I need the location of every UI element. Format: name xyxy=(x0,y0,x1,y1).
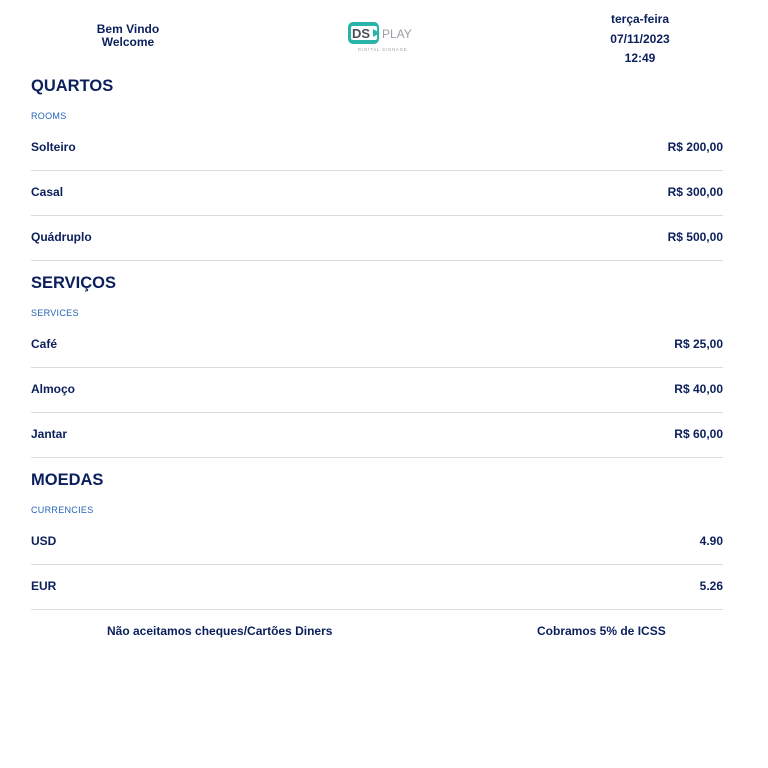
section-title-rooms: QUARTOS xyxy=(31,77,114,95)
weekday: terça-feira xyxy=(610,12,670,26)
item-price: 4.90 xyxy=(699,534,723,548)
list-item: Solteiro R$ 200,00 xyxy=(31,125,723,171)
item-price: R$ 300,00 xyxy=(667,185,723,199)
footer-note-cheques: Não aceitamos cheques/Cartões Diners xyxy=(107,624,333,638)
item-name: USD xyxy=(31,534,57,548)
logo-play-text: PLAY xyxy=(382,27,412,41)
section-title-currencies: MOEDAS xyxy=(31,471,104,489)
section-subtitle-currencies: CURRENCIES xyxy=(31,505,94,515)
list-item: Casal R$ 300,00 xyxy=(31,170,723,216)
time: 12:49 xyxy=(624,51,656,65)
list-item: Jantar R$ 60,00 xyxy=(31,412,723,458)
footer-note-icss: Cobramos 5% de ICSS xyxy=(537,624,666,638)
item-name: Jantar xyxy=(31,427,68,441)
item-price: R$ 25,00 xyxy=(674,337,723,351)
item-name: Casal xyxy=(31,185,64,199)
welcome-message: Bem Vindo Welcome xyxy=(78,23,178,49)
item-name: EUR xyxy=(31,579,57,593)
logo-ds-text: DS xyxy=(352,26,370,41)
dsplay-logo-icon: DS PLAY DIGITAL SIGNAGE xyxy=(348,22,412,52)
header: Bem Vindo Welcome DS PLAY DIGITAL SIGNAG… xyxy=(0,0,768,68)
list-item: USD 4.90 xyxy=(31,519,723,565)
item-price: R$ 40,00 xyxy=(674,382,723,396)
section-subtitle-services: SERVICES xyxy=(31,308,79,318)
list-item: Quádruplo R$ 500,00 xyxy=(31,215,723,261)
datetime: terça-feira 07/11/2023 12:49 xyxy=(590,10,690,69)
welcome-en: Welcome xyxy=(101,35,155,49)
item-price: R$ 500,00 xyxy=(667,230,723,244)
item-name: Quádruplo xyxy=(31,230,92,244)
item-price: R$ 200,00 xyxy=(667,140,723,154)
item-name: Almoço xyxy=(31,382,76,396)
item-price: 5.26 xyxy=(699,579,723,593)
item-name: Café xyxy=(31,337,58,351)
section-title-services: SERVIÇOS xyxy=(31,274,116,292)
date: 07/11/2023 xyxy=(610,31,670,46)
item-price: R$ 60,00 xyxy=(674,427,723,441)
list-item: Café R$ 25,00 xyxy=(31,322,723,368)
section-subtitle-rooms: ROOMS xyxy=(31,111,67,121)
item-name: Solteiro xyxy=(31,140,76,154)
logo-tagline: DIGITAL SIGNAGE xyxy=(358,47,408,52)
list-item: EUR 5.26 xyxy=(31,564,723,610)
dsplay-logo: DS PLAY DIGITAL SIGNAGE xyxy=(346,20,422,54)
list-item: Almoço R$ 40,00 xyxy=(31,367,723,413)
